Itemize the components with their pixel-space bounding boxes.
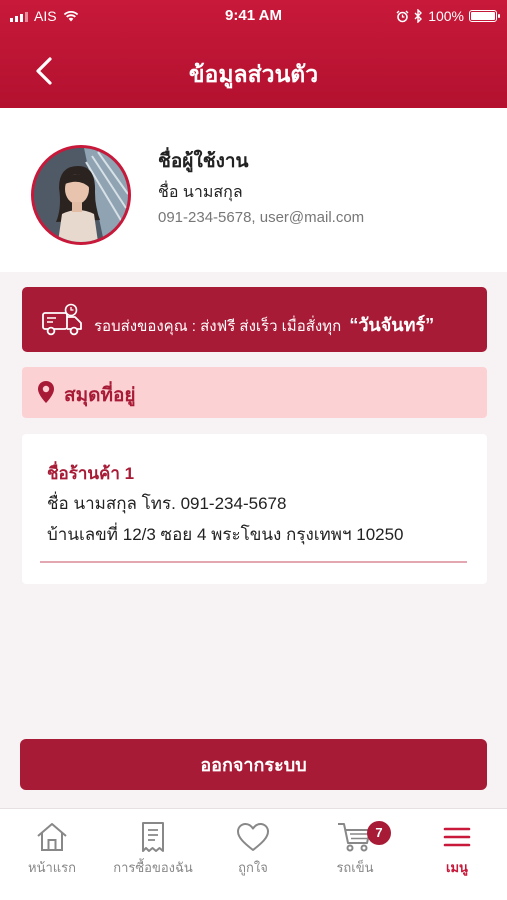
address-card[interactable]: ชื่อร้านค้า 1 ชื่อ นามสกุล โทร. 091-234-…	[22, 434, 487, 584]
home-icon	[37, 823, 67, 851]
tab-home-label: หน้าแรก	[28, 860, 76, 875]
page-title: ข้อมูลส่วนตัว	[188, 61, 319, 87]
address-book-header[interactable]: สมุดที่อยู่	[22, 367, 487, 418]
tab-menu-label: เมนู	[446, 860, 468, 875]
header-bar: AIS 9:41 AM 100% ข้อมูลส่วนตัว	[0, 0, 507, 108]
profile-contact: 091-234-5678, user@mail.com	[158, 209, 365, 226]
tab-home[interactable]: หน้าแรก	[2, 821, 102, 878]
battery-icon	[469, 10, 500, 22]
tab-my-purchases-label: การซื้อของฉัน	[113, 860, 193, 875]
profile-card: ชื่อผู้ใช้งาน ชื่อ นามสกุล 091-234-5678,…	[0, 108, 507, 272]
menu-icon	[443, 827, 471, 847]
status-bar: AIS 9:41 AM 100%	[0, 0, 507, 32]
tab-my-purchases[interactable]: การซื้อของฉัน	[103, 821, 203, 878]
receipt-icon	[142, 822, 164, 852]
address-contact-line: ชื่อ นามสกุล โทร. 091-234-5678	[47, 494, 287, 513]
logout-button[interactable]: ออกจากระบบ	[20, 739, 487, 790]
avatar[interactable]	[31, 145, 131, 245]
promo-day: “วันจันทร์”	[349, 315, 435, 335]
bottom-tab-bar: หน้าแรก การซื้อของฉัน ถูกใจ 7 รถเข็น เมน…	[0, 808, 507, 900]
promo-text: รอบส่งของคุณ : ส่งฟรี ส่งเร็ว เมื่อสั่งท…	[94, 318, 342, 335]
delivery-truck-icon	[42, 303, 82, 336]
alarm-icon	[396, 10, 409, 22]
tab-cart[interactable]: 7 รถเข็น	[305, 821, 405, 878]
address-book-title: สมุดที่อยู่	[64, 385, 136, 406]
tab-favorites[interactable]: ถูกใจ	[203, 821, 303, 878]
location-pin-icon	[38, 381, 54, 403]
address-shop-name: ชื่อร้านค้า 1	[47, 464, 135, 483]
delivery-promo-banner: รอบส่งของคุณ : ส่งฟรี ส่งเร็ว เมื่อสั่งท…	[22, 287, 487, 352]
tab-menu[interactable]: เมนู	[407, 821, 507, 878]
tab-cart-label: รถเข็น	[336, 860, 374, 875]
bluetooth-icon	[414, 9, 423, 23]
profile-full-name: ชื่อ นามสกุล	[158, 184, 243, 201]
avatar-photo	[34, 148, 128, 242]
nav-bar: ข้อมูลส่วนตัว	[0, 40, 507, 102]
heart-icon	[237, 823, 269, 851]
address-divider	[40, 561, 467, 563]
cart-count-badge: 7	[367, 821, 391, 845]
battery-percent: 100%	[428, 8, 464, 24]
tab-favorites-label: ถูกใจ	[238, 860, 268, 875]
address-line: บ้านเลขที่ 12/3 ซอย 4 พระโขนง กรุงเทพฯ 1…	[47, 525, 404, 544]
profile-username: ชื่อผู้ใช้งาน	[158, 151, 249, 172]
